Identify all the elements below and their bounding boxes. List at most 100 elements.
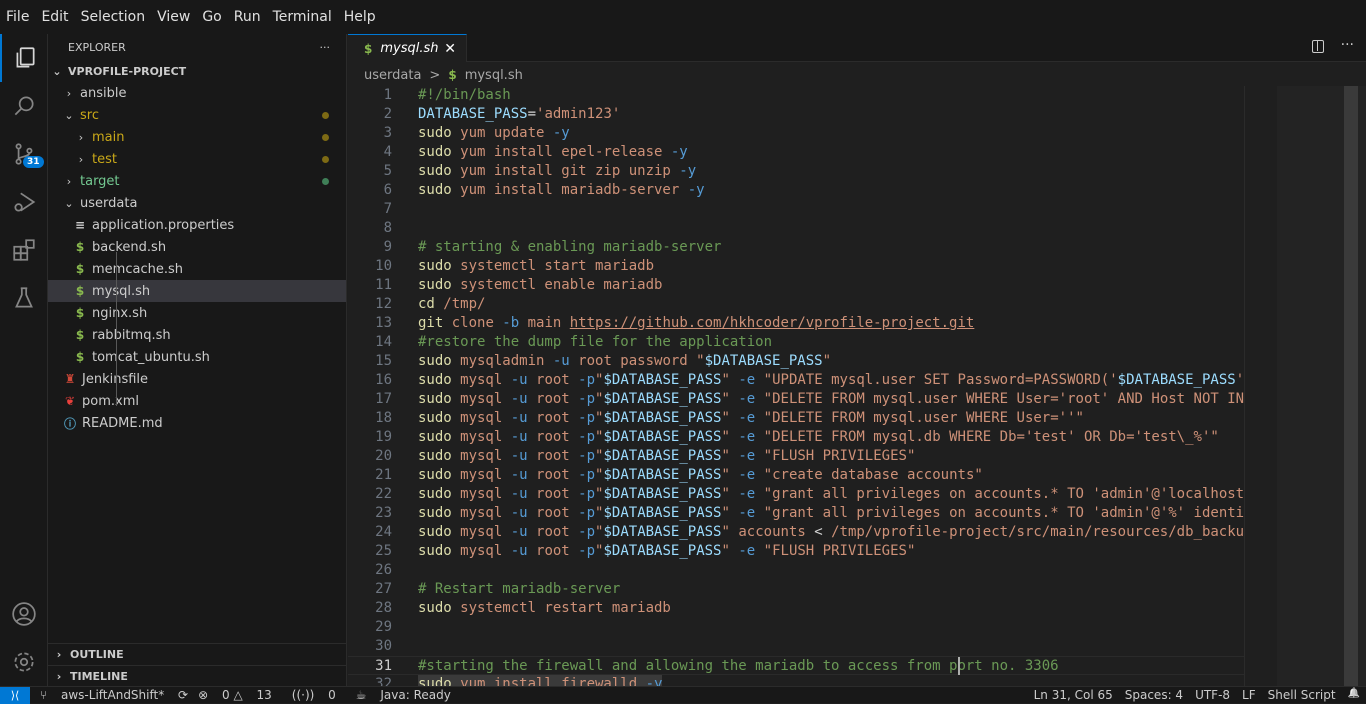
- split-editor-icon[interactable]: [1312, 40, 1324, 53]
- tree-item-test[interactable]: › test: [48, 148, 346, 170]
- coffee-icon: ☕: [355, 688, 367, 702]
- code-line[interactable]: 26: [348, 561, 1244, 580]
- code-line[interactable]: 14 #restore the dump file for the applica…: [348, 333, 1244, 352]
- tree-item-rabbitmq-sh[interactable]: $ rabbitmq.sh: [48, 324, 346, 346]
- code-line[interactable]: 1 #!/bin/bash: [348, 86, 1244, 105]
- manage-button[interactable]: [0, 638, 48, 686]
- code-line[interactable]: 13 git clone -b main https://github.com/h…: [348, 314, 1244, 333]
- code-token: systemctl restart mariadb: [451, 600, 671, 616]
- code-line[interactable]: 22 sudo mysql -u root -p"$DATABASE_PASS" …: [348, 485, 1244, 504]
- tree-item-mysql-sh[interactable]: $ mysql.sh: [48, 280, 346, 302]
- remote-button[interactable]: ⟩⟨: [0, 686, 30, 704]
- branch-status[interactable]: ⑂ aws-LiftAndShift* ⟳: [40, 688, 188, 702]
- code-line[interactable]: 10 sudo systemctl start mariadb: [348, 257, 1244, 276]
- language-mode[interactable]: Shell Script: [1268, 688, 1336, 702]
- minimap[interactable]: [1244, 86, 1366, 686]
- menu-help[interactable]: Help: [344, 9, 376, 25]
- code-line[interactable]: 27 # Restart mariadb-server: [348, 580, 1244, 599]
- outline-panel-header[interactable]: › OUTLINE: [48, 643, 347, 665]
- tree-item-ansible[interactable]: › ansible: [48, 82, 346, 104]
- code-line[interactable]: 4 sudo yum install epel-release -y: [348, 143, 1244, 162]
- cursor-position[interactable]: Ln 31, Col 65: [1034, 688, 1113, 702]
- run-debug-button[interactable]: [0, 178, 48, 226]
- code-line[interactable]: 31 #starting the firewall and allowing th…: [348, 656, 1244, 675]
- code-line[interactable]: 28 sudo systemctl restart mariadb: [348, 599, 1244, 618]
- testing-button[interactable]: [0, 274, 48, 322]
- menu-go[interactable]: Go: [202, 9, 221, 25]
- tree-item-pom-xml[interactable]: ❦ pom.xml: [48, 390, 346, 412]
- tree-item-src[interactable]: ⌄ src: [48, 104, 346, 126]
- tab-mysql-sh[interactable]: $ mysql.sh ✕: [348, 34, 467, 62]
- notifications-icon[interactable]: 🔔: [1348, 688, 1360, 702]
- code-line[interactable]: 8: [348, 219, 1244, 238]
- code-line[interactable]: 23 sudo mysql -u root -p"$DATABASE_PASS" …: [348, 504, 1244, 523]
- sync-icon[interactable]: ⟳: [178, 688, 188, 702]
- shell-file-icon: $: [75, 240, 85, 254]
- code-line[interactable]: 32 sudo yum install firewalld -y: [348, 675, 1244, 686]
- menu-terminal[interactable]: Terminal: [273, 9, 332, 25]
- code-line[interactable]: 24 sudo mysql -u root -p"$DATABASE_PASS" …: [348, 523, 1244, 542]
- problems-status[interactable]: ⊗ 0 △ 13: [198, 688, 272, 702]
- code-line[interactable]: 16 sudo mysql -u root -p"$DATABASE_PASS" …: [348, 371, 1244, 390]
- tree-item-readme-md[interactable]: ⓘ README.md: [48, 412, 346, 434]
- menu-run[interactable]: Run: [234, 9, 261, 25]
- code-token: main: [519, 315, 570, 331]
- more-actions-icon[interactable]: ···: [320, 41, 331, 54]
- timeline-panel-header[interactable]: › TIMELINE: [48, 665, 347, 687]
- tree-item-label: application.properties: [92, 217, 235, 233]
- more-actions-icon[interactable]: ···: [1341, 37, 1354, 53]
- code-line[interactable]: 15 sudo mysqladmin -u root password "$DAT…: [348, 352, 1244, 371]
- code-line[interactable]: 25 sudo mysql -u root -p"$DATABASE_PASS" …: [348, 542, 1244, 561]
- code-line[interactable]: 11 sudo systemctl enable mariadb: [348, 276, 1244, 295]
- scrollbar-thumb[interactable]: [1344, 86, 1358, 686]
- code-line[interactable]: 6 sudo yum install mariadb-server -y: [348, 181, 1244, 200]
- code-line[interactable]: 9 # starting & enabling mariadb-server: [348, 238, 1244, 257]
- code-line[interactable]: 12 cd /tmp/: [348, 295, 1244, 314]
- tree-item-nginx-sh[interactable]: $ nginx.sh: [48, 302, 346, 324]
- close-icon[interactable]: ✕: [444, 41, 456, 57]
- tree-item-main[interactable]: › main: [48, 126, 346, 148]
- tree-item-backend-sh[interactable]: $ backend.sh: [48, 236, 346, 258]
- code-line[interactable]: 5 sudo yum install git zip unzip -y: [348, 162, 1244, 181]
- menu-view[interactable]: View: [157, 9, 190, 25]
- code-line[interactable]: 3 sudo yum update -y: [348, 124, 1244, 143]
- tree-item-application-properties[interactable]: ≡ application.properties: [48, 214, 346, 236]
- menu-selection[interactable]: Selection: [81, 9, 146, 25]
- code-token: root password ": [569, 353, 705, 369]
- code-line[interactable]: 29: [348, 618, 1244, 637]
- menu-edit[interactable]: Edit: [41, 9, 68, 25]
- search-button[interactable]: [0, 82, 48, 130]
- extensions-button[interactable]: [0, 226, 48, 274]
- code-line[interactable]: 30: [348, 637, 1244, 656]
- code-editor[interactable]: 1 #!/bin/bash 2 DATABASE_PASS='admin123' 3 su…: [348, 86, 1244, 686]
- code-line[interactable]: 18 sudo mysql -u root -p"$DATABASE_PASS" …: [348, 409, 1244, 428]
- encoding[interactable]: UTF-8: [1195, 688, 1230, 702]
- line-code: sudo mysql -u root -p"$DATABASE_PASS" -e…: [418, 485, 1244, 504]
- breadcrumb-file[interactable]: mysql.sh: [465, 68, 523, 83]
- accounts-button[interactable]: [0, 590, 48, 638]
- code-line[interactable]: 7: [348, 200, 1244, 219]
- breadcrumb-folder[interactable]: userdata: [364, 68, 421, 83]
- tree-item-label: target: [80, 173, 120, 189]
- indentation[interactable]: Spaces: 4: [1125, 688, 1183, 702]
- code-line[interactable]: 21 sudo mysql -u root -p"$DATABASE_PASS" …: [348, 466, 1244, 485]
- line-number: 19: [375, 429, 392, 445]
- line-number: 29: [375, 619, 392, 635]
- code-token: '): [1235, 372, 1244, 388]
- tree-item-memcache-sh[interactable]: $ memcache.sh: [48, 258, 346, 280]
- code-line[interactable]: 20 sudo mysql -u root -p"$DATABASE_PASS" …: [348, 447, 1244, 466]
- code-line[interactable]: 19 sudo mysql -u root -p"$DATABASE_PASS" …: [348, 428, 1244, 447]
- tree-item-tomcat-ubuntu-sh[interactable]: $ tomcat_ubuntu.sh: [48, 346, 346, 368]
- java-status[interactable]: ☕ Java: Ready: [346, 688, 451, 702]
- ports-status[interactable]: ((·)) 0: [282, 688, 336, 702]
- end-of-line[interactable]: LF: [1242, 688, 1256, 702]
- tree-item-userdata[interactable]: ⌄ userdata: [48, 192, 346, 214]
- source-control-button[interactable]: 31: [0, 130, 48, 178]
- explorer-button[interactable]: [0, 34, 48, 82]
- menu-file[interactable]: File: [6, 9, 29, 25]
- project-root[interactable]: ⌄ VPROFILE-PROJECT: [48, 60, 346, 82]
- tree-item-jenkinsfile[interactable]: ♜Jenkinsfile: [48, 368, 346, 390]
- code-line[interactable]: 2 DATABASE_PASS='admin123': [348, 105, 1244, 124]
- tree-item-target[interactable]: › target: [48, 170, 346, 192]
- code-line[interactable]: 17 sudo mysql -u root -p"$DATABASE_PASS" …: [348, 390, 1244, 409]
